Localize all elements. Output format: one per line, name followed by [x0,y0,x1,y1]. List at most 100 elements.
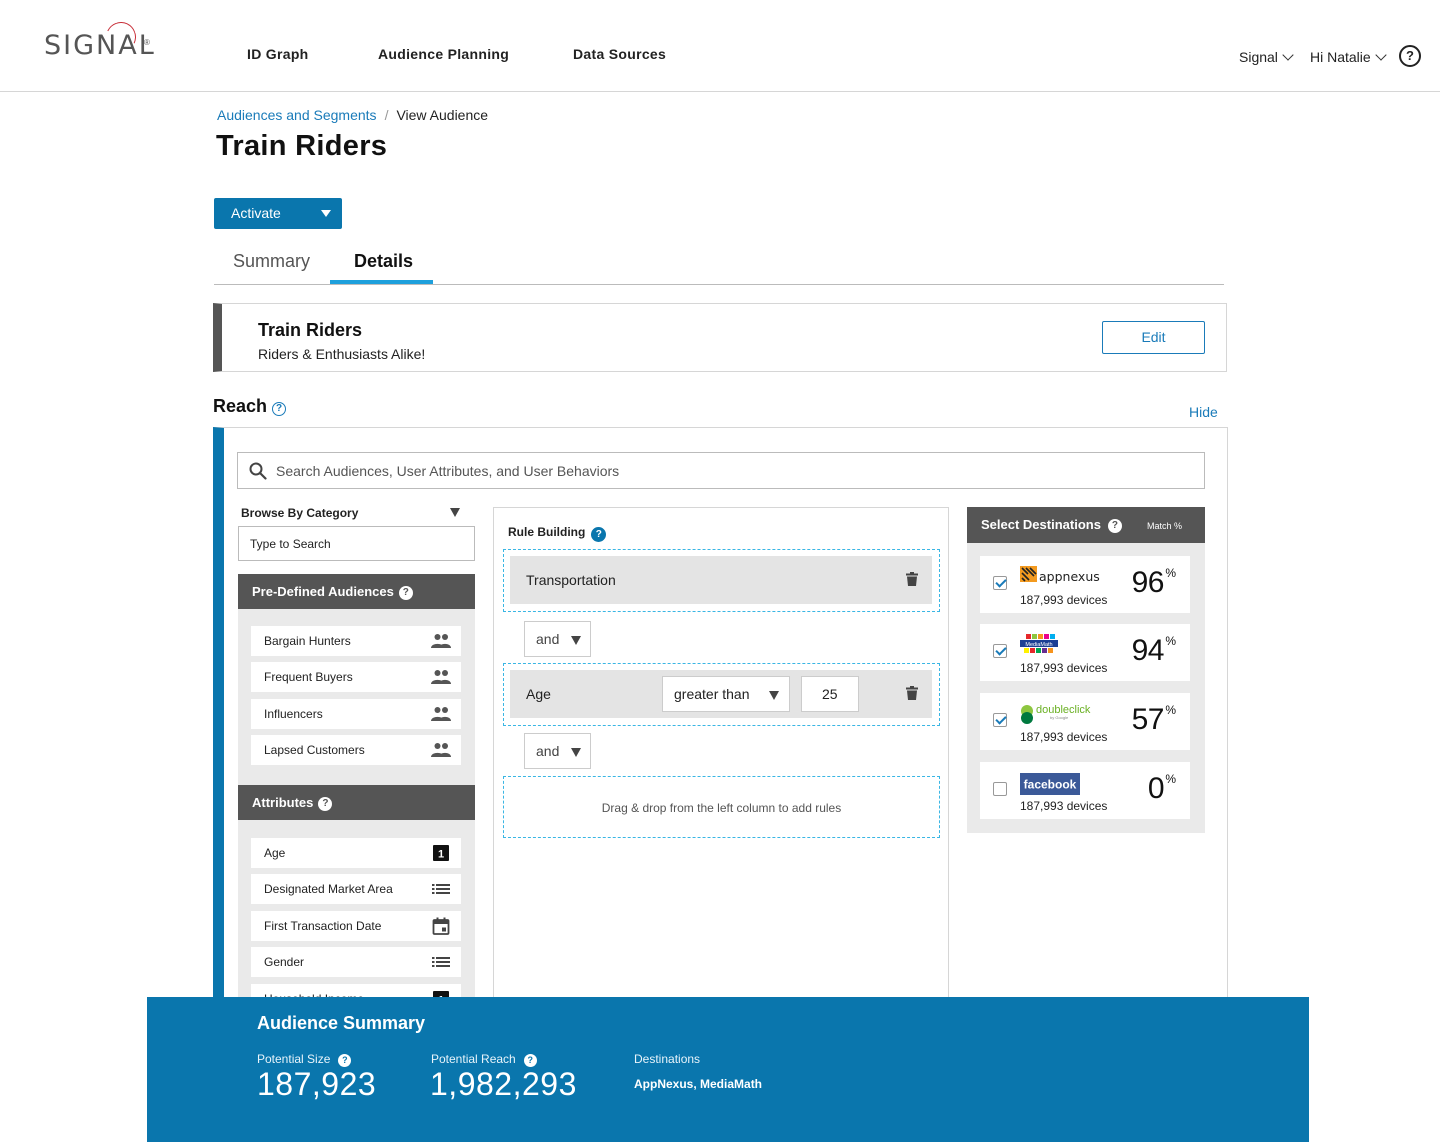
destination-checkbox[interactable] [993,576,1007,590]
help-icon[interactable]: ? [591,527,607,542]
nav-id-graph[interactable]: ID Graph [247,46,309,62]
match-percent-value: 57 [1131,703,1165,736]
list-item-frequent-buyers[interactable]: Frequent Buyers [251,662,461,692]
operator-label: greater than [674,686,750,702]
top-navigation-bar: SIGNAL ® ID Graph Audience Planning Data… [0,0,1440,92]
list-item-bargain-hunters[interactable]: Bargain Hunters [251,626,461,656]
list-item-first-transaction-date[interactable]: First Transaction Date [251,911,461,941]
destinations-title-label: Select Destinations [981,517,1101,532]
caret-down-icon [769,691,779,700]
rule-dropzone-2[interactable]: Age greater than 25 [503,663,940,726]
device-count: 187,993 devices [1020,593,1108,607]
destinations-label: Destinations [634,1052,701,1066]
list-item-lapsed-customers[interactable]: Lapsed Customers [251,735,461,765]
list-item-label: Lapsed Customers [264,743,365,757]
tab-bar: Summary Details [214,244,1224,285]
nav-data-sources[interactable]: Data Sources [573,46,666,62]
people-icon [431,707,451,721]
drop-hint: Drag & drop from the left column to add … [601,801,842,815]
account-menu-label: Signal [1239,49,1278,65]
help-icon[interactable]: ? [1107,519,1122,533]
rule-value-input[interactable]: 25 [801,676,859,712]
potential-size-label-text: Potential Size [257,1052,331,1066]
destination-checkbox[interactable] [993,713,1007,727]
breadcrumb-current: View Audience [396,107,489,123]
reach-heading: Reach? [213,396,287,417]
potential-reach-value: 1,982,293 [430,1066,577,1102]
list-item-gender[interactable]: Gender [251,947,461,977]
caret-down-icon [321,210,331,217]
list-item-label: Age [264,846,286,860]
caret-down-icon[interactable] [450,508,460,517]
destinations-header: Select Destinations? Match % [967,507,1205,543]
browse-category-label: Browse By Category [241,506,359,520]
nav-audience-planning[interactable]: Audience Planning [378,46,509,62]
device-count: 187,993 devices [1020,799,1108,813]
match-percent-value: 96 [1131,566,1165,599]
rule-label: Transportation [526,572,616,588]
logo-registered-mark: ® [144,38,150,47]
percent-sign: % [1165,772,1176,786]
rule-dropzone-1[interactable]: Transportation [503,549,940,612]
trash-icon[interactable] [906,572,918,586]
rule-building-heading: Rule Building? [508,525,607,542]
category-search-input[interactable] [239,527,474,560]
edit-button[interactable]: Edit [1102,321,1205,354]
operator-select[interactable]: greater than [662,676,790,712]
doubleclick-logo: doubleclick by Google [1021,704,1091,724]
connector-select-2[interactable]: and [524,733,591,769]
people-icon [431,634,451,648]
destinations-list: appnexus 187,993 devices 96 % MediaMath … [967,543,1205,833]
trash-icon[interactable] [906,686,918,700]
category-search[interactable] [238,526,475,561]
rule-transportation[interactable]: Transportation [510,556,932,604]
rule-age[interactable]: Age greater than 25 [510,670,932,718]
tab-summary[interactable]: Summary [233,251,310,272]
page-title: Train Riders [216,130,388,162]
match-percent-value: 94 [1131,634,1165,667]
account-menu[interactable]: Signal [1239,49,1294,65]
reach-search-input[interactable] [276,453,1176,488]
destination-mediamath: MediaMath 187,993 devices 94 % [980,624,1190,681]
attributes-header[interactable]: Attributes? [238,785,475,820]
list-icon [432,884,450,894]
list-item-designated-market-area[interactable]: Designated Market Area [251,874,461,904]
tab-details[interactable]: Details [354,251,413,272]
hide-link[interactable]: Hide [1189,404,1218,420]
percent-sign: % [1165,634,1176,648]
breadcrumb-separator: / [384,107,389,123]
potential-reach-label-text: Potential Reach [431,1052,516,1066]
help-icon[interactable]: ? [318,797,333,811]
breadcrumb: Audiences and Segments / View Audience [217,107,488,123]
potential-reach-label: Potential Reach? [431,1052,537,1067]
help-icon[interactable]: ? [1399,45,1421,67]
list-item-age[interactable]: Age 1 [251,838,461,868]
list-item-label: Gender [264,955,305,969]
match-percent-value: 0 [1147,772,1165,805]
signal-logo[interactable]: SIGNAL [44,30,156,61]
connector-label: and [536,743,560,759]
activate-button[interactable]: Activate [214,198,342,229]
reach-search[interactable] [237,452,1205,489]
help-icon[interactable]: ? [398,586,413,600]
list-item-influencers[interactable]: Influencers [251,699,461,729]
active-tab-indicator [330,280,433,284]
percent-sign: % [1165,566,1176,580]
help-icon[interactable]: ? [272,402,287,416]
connector-select-1[interactable]: and [524,621,591,657]
audience-name: Train Riders [258,320,363,340]
user-menu[interactable]: Hi Natalie [1310,49,1387,65]
audience-summary-bar: Audience Summary Potential Size? 187,923… [147,997,1309,1142]
rule-dropzone-empty[interactable]: Drag & drop from the left column to add … [503,776,940,838]
appnexus-logo: appnexus [1020,566,1100,584]
attributes-list: Age 1 Designated Market Area First Trans… [238,820,475,1014]
destination-checkbox[interactable] [993,782,1007,796]
destination-doubleclick: doubleclick by Google 187,993 devices 57… [980,693,1190,750]
appnexus-logo-text: appnexus [1039,569,1100,584]
activate-button-label: Activate [231,205,281,221]
predefined-audiences-header[interactable]: Pre-Defined Audiences? [238,574,475,609]
list-item-label: First Transaction Date [264,919,382,933]
list-item-label: Designated Market Area [264,882,393,896]
breadcrumb-audiences-link[interactable]: Audiences and Segments [217,107,377,123]
destination-checkbox[interactable] [993,644,1007,658]
